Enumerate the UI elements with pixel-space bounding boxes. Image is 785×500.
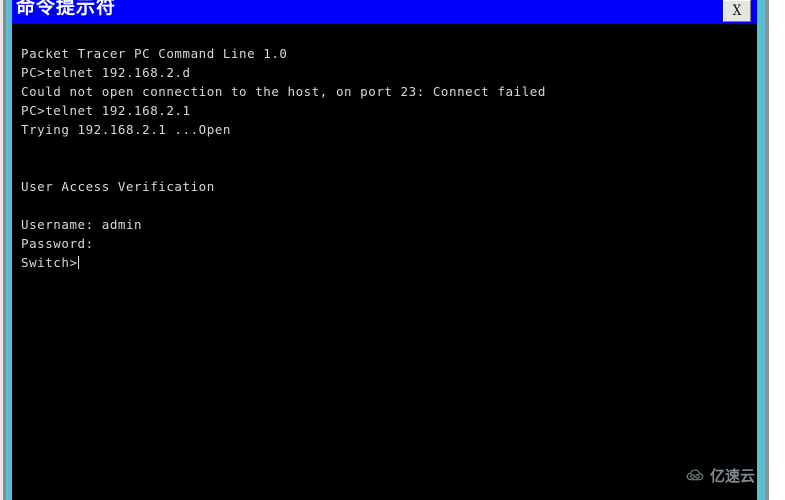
cloud-icon: [686, 468, 704, 480]
terminal-line: Username: admin: [21, 217, 143, 232]
terminal-line: Trying 192.168.2.1 ...Open: [21, 122, 231, 137]
terminal-line: PC>telnet 192.168.2.d: [21, 65, 191, 80]
terminal-output-area[interactable]: Packet Tracer PC Command Line 1.0 PC>tel…: [12, 24, 757, 500]
terminal-line: Password:: [21, 236, 94, 251]
watermark: 亿速云: [686, 468, 755, 484]
terminal-line: Could not open connection to the host, o…: [21, 84, 546, 99]
window-title: 命令提示符: [16, 0, 117, 18]
terminal-line: PC>telnet 192.168.2.1: [21, 103, 191, 118]
window-border-right: [757, 0, 765, 500]
close-icon: X: [732, 3, 742, 19]
watermark-text: 亿速云: [710, 467, 756, 485]
terminal-lines: Packet Tracer PC Command Line 1.0 PC>tel…: [21, 44, 757, 272]
window-frame-shadow-right: [765, 0, 769, 500]
terminal-line: User Access Verification: [21, 179, 215, 194]
terminal-prompt-line: Switch>: [21, 253, 757, 272]
text-cursor: [77, 256, 79, 269]
command-prompt-window: 命令提示符 X Packet Tracer PC Command Line 1.…: [0, 0, 769, 500]
window-titlebar[interactable]: 命令提示符 X: [12, 0, 757, 24]
terminal-prompt-text: Switch>: [21, 255, 78, 270]
close-button[interactable]: X: [723, 0, 751, 22]
terminal-line: Packet Tracer PC Command Line 1.0: [21, 46, 288, 61]
